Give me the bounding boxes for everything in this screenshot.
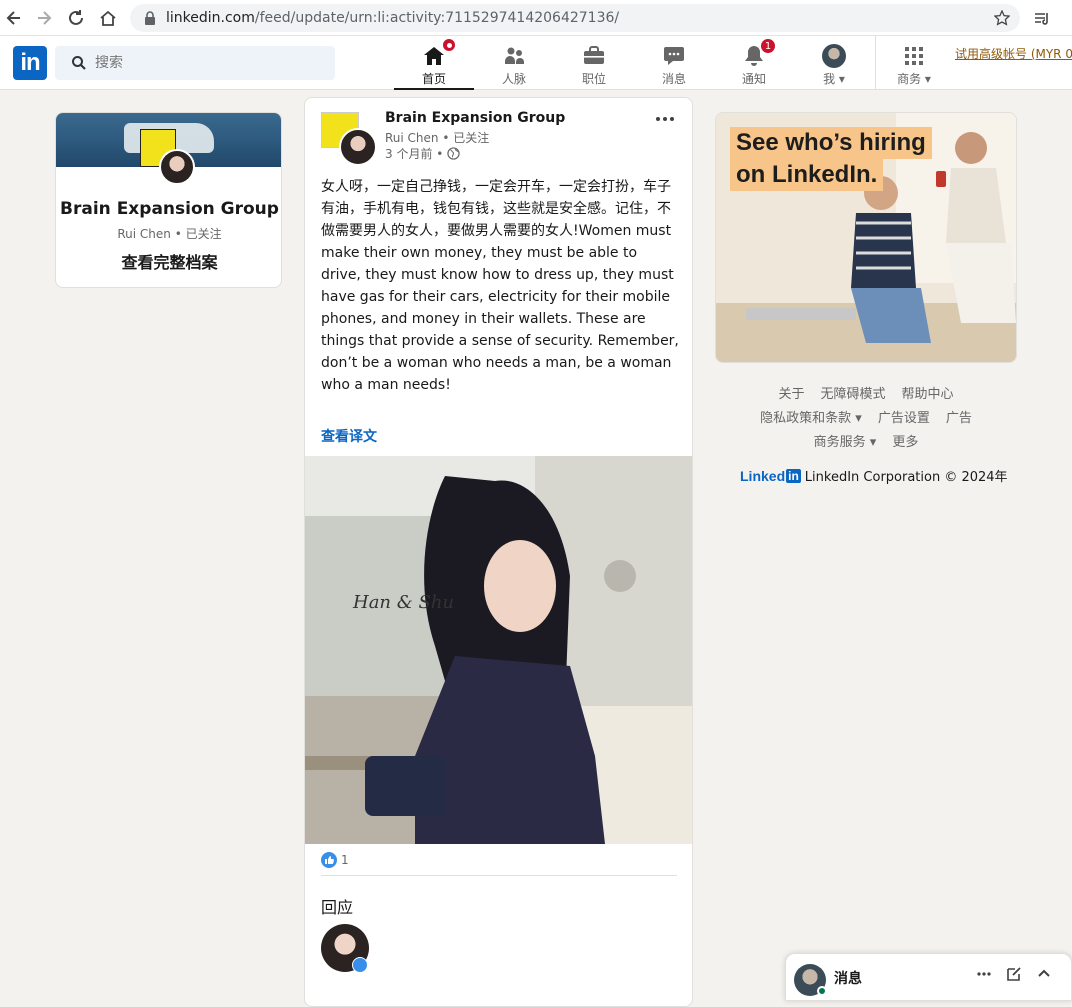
premium-link[interactable]: 试用高级帐号 (MYR 0)	[955, 45, 1072, 62]
notification-dot	[442, 38, 456, 52]
nav-messaging-label: 消息	[661, 72, 686, 86]
profile-avatar[interactable]	[159, 149, 195, 185]
see-translation-link[interactable]: 查看译文	[321, 426, 377, 446]
linkedin-wordmark: Linked in	[740, 467, 801, 484]
reaction-count: 1	[341, 853, 349, 867]
replies-heading: 回应	[321, 898, 354, 917]
ad-headline: See who’s hiring on LinkedIn.	[730, 127, 932, 191]
post-divider	[321, 875, 677, 876]
search-input[interactable]	[95, 55, 315, 71]
browser-toolbar: linkedin.com/feed/update/urn:li:activity…	[0, 0, 1072, 36]
photo-wall-text: Han & Shu	[353, 592, 455, 613]
compose-icon[interactable]	[1006, 966, 1022, 982]
messaging-title[interactable]: 消息	[834, 968, 862, 988]
post-text: 女人呀，一定自己挣钱，一定会开车，一定会打扮，车子有油，手机有电，钱包有钱，这些…	[321, 179, 679, 393]
post-timestamp: 3 个月前 •	[385, 145, 461, 162]
search-icon	[72, 56, 86, 70]
chevron-down-icon: ▾	[924, 72, 931, 86]
nav-home-label: 首页	[421, 72, 446, 86]
chevron-up-icon[interactable]	[1036, 966, 1052, 982]
reactions-summary[interactable]: 1	[321, 852, 349, 868]
reading-list-icon[interactable]	[1030, 6, 1054, 30]
post-author-subtitle: Rui Chen • 已关注	[385, 131, 490, 145]
forward-icon[interactable]	[32, 6, 56, 30]
messaging-bar[interactable]: 消息	[785, 953, 1072, 1001]
footer-link-more[interactable]: 更多	[892, 431, 918, 450]
copyright: Linked in LinkedIn Corporation © 2024年	[740, 466, 1008, 486]
people-icon	[502, 44, 526, 68]
view-full-profile-link[interactable]: 查看完整档案	[56, 249, 281, 273]
footer-link-ads[interactable]: 广告	[946, 407, 972, 426]
more-icon[interactable]	[976, 966, 992, 982]
nav-jobs-label: 职位	[581, 72, 606, 86]
briefcase-icon	[582, 44, 606, 68]
nav-business[interactable]: 商务 ▾	[874, 40, 954, 90]
nav-network[interactable]: 人脉	[474, 40, 554, 90]
home-icon	[422, 38, 456, 68]
lock-icon	[145, 11, 155, 25]
back-icon[interactable]	[2, 6, 26, 30]
post-photo[interactable]: Han & Shu	[305, 456, 692, 844]
post-author-avatar[interactable]	[339, 128, 377, 166]
nav-messaging[interactable]: 消息	[634, 40, 714, 90]
chat-icon	[662, 44, 686, 68]
nav-me-label: 我 ▾	[823, 72, 845, 86]
nav-me[interactable]: 我 ▾	[794, 40, 874, 90]
footer-link-accessibility[interactable]: 无障碍模式	[820, 383, 885, 402]
address-bar[interactable]: linkedin.com/feed/update/urn:li:activity…	[130, 4, 1020, 32]
nav-notifications-label: 通知	[741, 72, 766, 86]
like-badge-icon	[352, 957, 368, 973]
search-box[interactable]	[55, 46, 335, 80]
footer-link-help[interactable]: 帮助中心	[902, 383, 954, 402]
footer-link-ad-settings[interactable]: 广告设置	[878, 407, 930, 426]
post-author-name[interactable]: Brain Expansion Group	[385, 110, 565, 126]
chevron-down-icon: ▾	[838, 72, 845, 86]
profile-card: Brain Expansion Group Rui Chen • 已关注 查看完…	[55, 112, 282, 288]
footer-links: 关于 无障碍模式 帮助中心 隐私政策和条款 ▾ 广告设置 广告 商务服务 ▾ 更…	[715, 380, 1017, 452]
home-browser-icon[interactable]	[96, 6, 120, 30]
star-icon[interactable]	[994, 10, 1010, 26]
nav-business-label: 商务 ▾	[897, 72, 931, 86]
post-card: Brain Expansion Group Rui Chen • 已关注 3 个…	[304, 97, 693, 1007]
profile-subtitle: Rui Chen • 已关注	[117, 227, 222, 241]
grid-icon	[902, 44, 926, 68]
like-icon	[321, 852, 337, 868]
reload-icon[interactable]	[64, 6, 88, 30]
nav-jobs[interactable]: 职位	[554, 40, 634, 90]
more-options-icon[interactable]	[651, 108, 679, 130]
hiring-ad[interactable]: See who’s hiring on LinkedIn.	[715, 112, 1017, 363]
nav-notifications[interactable]: 1 通知	[714, 38, 794, 90]
nav-network-label: 人脉	[501, 72, 526, 86]
globe-icon	[447, 147, 461, 160]
footer-link-privacy[interactable]: 隐私政策和条款 ▾	[760, 407, 862, 426]
profile-name[interactable]: Brain Expansion Group	[56, 199, 281, 219]
footer-link-business[interactable]: 商务服务 ▾	[814, 431, 877, 450]
messaging-tools	[976, 966, 1052, 982]
copyright-text: LinkedIn Corporation © 2024年	[804, 470, 1008, 485]
online-status-dot	[817, 986, 827, 996]
footer-link-about[interactable]: 关于	[778, 383, 804, 402]
linkedin-header: in 首页 人脉 职位 消息 1 通知 我 ▾	[0, 36, 1072, 90]
notification-count-badge: 1	[760, 38, 776, 54]
avatar	[822, 44, 846, 68]
bell-icon: 1	[742, 38, 776, 68]
linkedin-logo[interactable]: in	[13, 46, 47, 80]
nav-home[interactable]: 首页	[394, 38, 474, 90]
url-text: linkedin.com/feed/update/urn:li:activity…	[166, 10, 620, 26]
